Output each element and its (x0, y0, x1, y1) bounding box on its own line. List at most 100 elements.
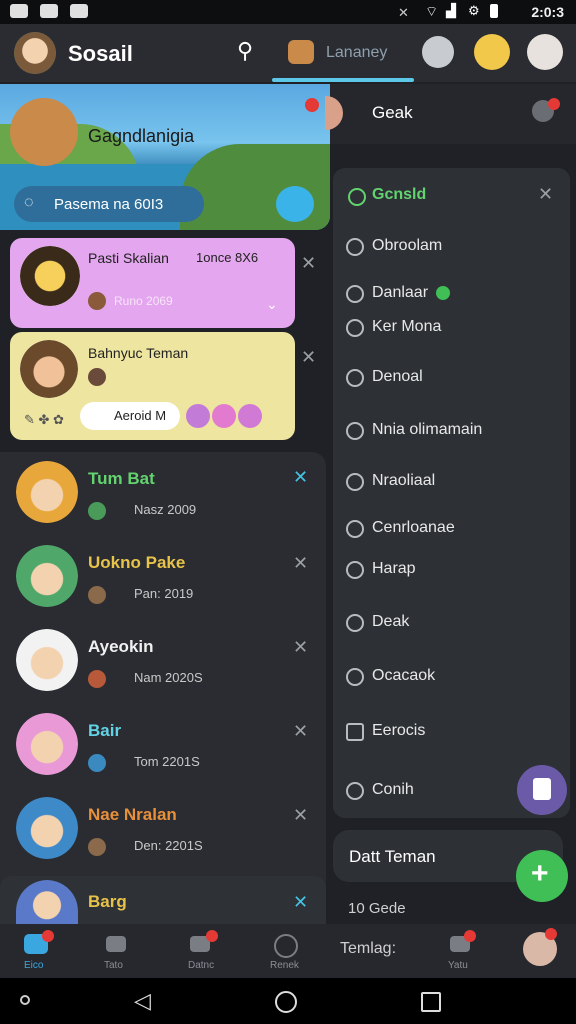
chat-bubble-icon: ◌ (24, 194, 34, 211)
menu-8-icon (346, 614, 364, 632)
nav-menu-icon[interactable] (20, 995, 30, 1005)
active-tab-indicator (272, 78, 414, 82)
nav-label-3[interactable]: Renek (270, 960, 299, 971)
add-fab[interactable]: + (516, 850, 568, 902)
close-menu-icon[interactable]: ✕ (538, 184, 553, 205)
card2-avatar-face (20, 340, 78, 398)
menu-7-icon (346, 561, 364, 579)
banner-pill-text: Pasema na 60I3 (54, 196, 164, 213)
dismiss-card1-icon[interactable]: ✕ (301, 253, 316, 274)
menu-10-icon (346, 723, 364, 741)
back-icon[interactable]: ◁ (134, 988, 151, 1014)
banner-pill[interactable]: ◌ Pasema na 60I3 (14, 186, 204, 222)
menu-3-icon (346, 369, 364, 387)
banner-character (10, 98, 78, 166)
chat-avatar-2-face (16, 629, 78, 691)
chat-avatar-0[interactable] (16, 461, 78, 523)
chat-avatar-4[interactable] (16, 797, 78, 859)
chat-4-mini-icon (88, 838, 106, 856)
chat-name-2[interactable]: Ayeokin (88, 637, 154, 657)
app-title: Sosail (68, 41, 133, 66)
chat-name-4[interactable]: Nae Nralan (88, 805, 177, 825)
card2-button-label: Aeroid M (114, 408, 167, 423)
banner-badge (305, 98, 319, 112)
card2-title: Bahnyuc Teman (88, 345, 189, 361)
close-chat-3-icon[interactable]: ✕ (293, 721, 308, 742)
contact-avatar-2[interactable] (474, 34, 510, 70)
bookmark-fab[interactable] (517, 765, 567, 815)
chevron-down-icon[interactable]: ⌄ (266, 296, 278, 313)
menu-1-label: Danlaar (372, 284, 429, 301)
chat-sub-3: Tom 2201S (134, 754, 200, 769)
chat-sub-1: Pan: 2019 (134, 586, 194, 601)
menu-9-label: Ocacaok (372, 667, 436, 684)
signal-icon: ▟ (446, 3, 456, 18)
banner-title: Gagndlanigia (88, 126, 195, 146)
close-chat-4-icon[interactable]: ✕ (293, 805, 308, 826)
tab-avatar-icon (288, 40, 314, 64)
reaction-purple-icon[interactable] (186, 404, 210, 428)
contact-avatar-1[interactable] (422, 36, 454, 68)
card2-small-icons: ✎ ✤ ✿ (24, 412, 64, 427)
chat-name-3[interactable]: Bair (88, 721, 121, 741)
menu-5-icon (346, 473, 364, 491)
chat-2-mini-icon (88, 670, 106, 688)
menu-3-label: Denoal (372, 368, 423, 385)
right-header-badge (548, 98, 560, 110)
menu-1-icon (346, 285, 364, 303)
bookmark-icon (533, 778, 551, 800)
menu-2-label: Ker Mona (372, 318, 442, 335)
recents-icon[interactable] (421, 992, 441, 1012)
chat-avatar-3[interactable] (16, 713, 78, 775)
mail-icon (40, 4, 58, 18)
card1-avatar-face (20, 246, 80, 306)
home-icon[interactable] (275, 991, 297, 1013)
nav-label-2[interactable]: Datnc (188, 960, 214, 971)
dismiss-card2-icon[interactable]: ✕ (301, 347, 316, 368)
menu-8-label: Deak (372, 613, 410, 630)
chat-name-5[interactable]: Barg (88, 892, 127, 912)
menu-4-icon (346, 422, 364, 440)
profile-avatar[interactable] (14, 32, 56, 74)
menu-6-icon (346, 520, 364, 538)
reaction-heart-icon[interactable] (238, 404, 262, 428)
chat-avatar-2[interactable] (16, 629, 78, 691)
close-chat-0-icon[interactable]: ✕ (293, 467, 308, 488)
settings-icon: ⚙ (468, 3, 480, 18)
card2-avatar (20, 340, 78, 398)
close-chat-1-icon[interactable]: ✕ (293, 553, 308, 574)
chat-sub-0: Nasz 2009 (134, 502, 197, 517)
wifi-icon: ⌔ (425, 3, 439, 19)
chat-avatar-1-face (16, 545, 78, 607)
tab-lananey[interactable]: Lananey (326, 44, 387, 62)
nav-home-badge (42, 930, 54, 942)
nav-label-1[interactable]: Tato (104, 960, 123, 971)
menu-2-heart-icon (346, 319, 364, 337)
smiley-bubble-icon[interactable] (276, 186, 314, 222)
chat-3-mini-icon (88, 754, 106, 772)
menu-4-label: Nnia olimamain (372, 421, 483, 438)
nav-clock-icon[interactable] (274, 934, 298, 958)
menu-11-icon (346, 782, 364, 800)
card2-button[interactable]: Aeroid M (80, 402, 180, 430)
nav-label-5[interactable]: Yatu (448, 960, 468, 971)
search-icon[interactable]: ⚲ (237, 38, 253, 64)
close-chat-5-icon[interactable]: ✕ (293, 892, 308, 913)
contact-avatar-3[interactable] (527, 34, 563, 70)
chat-name-0[interactable]: Tum Bat (88, 469, 155, 489)
chat-avatar-1[interactable] (16, 545, 78, 607)
chat-sub-4: Den: 2201S (134, 838, 203, 853)
nav-label-4[interactable]: Temlag: (340, 940, 396, 958)
menu-0-icon (346, 238, 364, 256)
chat-name-1[interactable]: Uokno Pake (88, 553, 185, 573)
nav-camera-icon[interactable] (106, 936, 126, 952)
plus-icon: + (531, 857, 549, 890)
card1-title: Pasti Skalian (88, 250, 169, 266)
right-header-label: Geak (372, 103, 413, 122)
nav-label-0[interactable]: Eico (24, 960, 43, 971)
menu-0-label: Obroolam (372, 237, 443, 254)
reaction-face-icon[interactable] (212, 404, 236, 428)
close-chat-2-icon[interactable]: ✕ (293, 637, 308, 658)
online-check-icon (436, 286, 450, 300)
chat-avatar-4-face (16, 797, 78, 859)
